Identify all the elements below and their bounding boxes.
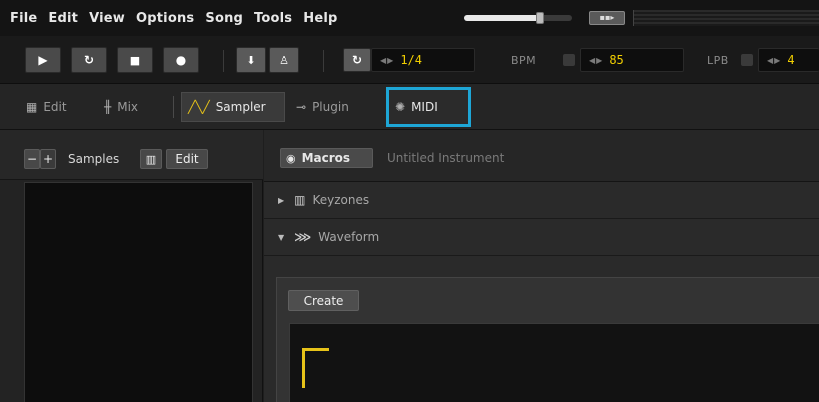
plug-icon: ⊸ <box>296 100 307 114</box>
menu-options[interactable]: Options <box>136 11 194 26</box>
metronome-button[interactable]: ♙ <box>269 47 299 73</box>
sampler-editor-panel: ◉ Macros Untitled Instrument ▶ ▥ Keyzone… <box>264 130 819 402</box>
keyzones-icon: ▥ <box>294 193 306 207</box>
scope-toggle-button[interactable]: ▪▪▸ <box>589 11 625 25</box>
macros-button[interactable]: ◉ Macros <box>280 148 373 168</box>
waveform-zigzag-icon: ╱╲╱ <box>188 100 210 114</box>
mixer-faders-icon: ╫ <box>104 100 112 114</box>
tab-plugin-label: Plugin <box>312 100 349 114</box>
menu-edit[interactable]: Edit <box>48 11 78 26</box>
tab-divider <box>173 96 174 118</box>
samples-panel: − + Samples ▥ Edit <box>0 130 263 402</box>
tab-edit[interactable]: ▦ Edit <box>20 92 73 122</box>
bpm-toggle[interactable] <box>563 54 575 66</box>
menu-file[interactable]: File <box>10 11 37 26</box>
record-button[interactable]: ● <box>163 47 199 73</box>
pattern-grid-icon: ▦ <box>26 100 38 114</box>
transport-separator <box>223 50 224 72</box>
plus-icon: + <box>42 152 54 166</box>
keyzones-label: Keyzones <box>312 193 370 207</box>
loop-block-icon: ↻ <box>351 53 363 67</box>
tab-edit-label: Edit <box>43 100 67 114</box>
macros-label: Macros <box>301 151 351 165</box>
tab-midi-label: MIDI <box>411 100 438 114</box>
master-volume-slider[interactable] <box>464 12 572 24</box>
lpb-toggle[interactable] <box>741 54 753 66</box>
lpb-field[interactable]: ◀▶ 4 <box>758 48 819 72</box>
follow-arrow-icon: ⬇ <box>246 53 256 67</box>
play-button[interactable]: ▶ <box>25 47 61 73</box>
bpm-value: 85 <box>609 53 624 67</box>
samples-toolbar: − + Samples ▥ Edit <box>0 130 263 180</box>
add-sample-button[interactable]: + <box>40 149 56 169</box>
samples-list[interactable] <box>24 182 253 402</box>
menu-bar: File Edit View Options Song Tools Help ▪… <box>0 0 819 36</box>
midi-connector-icon: ✺ <box>395 100 406 114</box>
tab-mix[interactable]: ╫ Mix <box>98 92 144 122</box>
stepper-arrows-icon[interactable]: ◀▶ <box>589 56 603 65</box>
edit-samples-button[interactable]: Edit <box>166 149 208 169</box>
follow-button[interactable]: ⬇ <box>236 47 266 73</box>
lpb-value: 4 <box>787 53 795 67</box>
master-volume-fill <box>464 15 540 21</box>
menu-view[interactable]: View <box>89 11 125 26</box>
edit-step-field[interactable]: ◀▶ 1/4 <box>371 48 475 72</box>
waveform-icon: ⋙ <box>294 230 312 244</box>
expand-arrow-icon: ▶ <box>278 195 285 205</box>
waveform-section-header[interactable]: ▼ ⋙ Waveform <box>264 219 819 256</box>
tab-sampler[interactable]: ╱╲╱ Sampler <box>181 92 285 122</box>
transport-bar: ▶ ↻ ■ ● ⬇ ♙ ↻ ◀▶ 1/4 BPM ◀▶ 85 LPB ◀▶ 4 <box>0 36 819 84</box>
waveform-display[interactable] <box>289 323 819 402</box>
menu-help[interactable]: Help <box>303 11 337 26</box>
record-icon: ● <box>175 53 187 67</box>
transport-separator <box>323 50 324 72</box>
waveform-editor: Create <box>276 277 819 402</box>
spectrum-scope <box>633 10 819 26</box>
tab-plugin[interactable]: ⊸ Plugin <box>290 92 355 122</box>
create-label: Create <box>303 293 344 308</box>
waveform-label: Waveform <box>318 230 380 244</box>
tab-sampler-label: Sampler <box>215 100 266 114</box>
loop-marker-line[interactable] <box>302 348 305 388</box>
stepper-arrows-icon[interactable]: ◀▶ <box>767 56 781 65</box>
menu-tools[interactable]: Tools <box>254 11 292 26</box>
loop-block-button[interactable]: ↻ <box>343 48 371 72</box>
macros-knob-icon: ◉ <box>286 151 296 165</box>
tab-midi[interactable]: ✺ MIDI <box>386 87 471 127</box>
master-volume-knob[interactable] <box>535 12 544 24</box>
stop-icon: ■ <box>129 53 141 67</box>
keyzones-section-header[interactable]: ▶ ▥ Keyzones <box>264 182 819 219</box>
edit-samples-label: Edit <box>175 152 199 166</box>
stepper-arrows-icon[interactable]: ◀▶ <box>380 56 394 65</box>
menu-song[interactable]: Song <box>205 11 243 26</box>
instrument-name: Untitled Instrument <box>387 151 505 165</box>
loop-marker-start[interactable] <box>302 348 329 351</box>
loop-button[interactable]: ↻ <box>71 47 107 73</box>
view-tab-bar: ▦ Edit ╫ Mix ╱╲╱ Sampler ⊸ Plugin ✺ MIDI <box>0 84 819 130</box>
lpb-label: LPB <box>707 54 729 67</box>
stop-button[interactable]: ■ <box>117 47 153 73</box>
collapse-arrow-icon: ▼ <box>278 232 285 242</box>
bpm-field[interactable]: ◀▶ 85 <box>580 48 684 72</box>
play-icon: ▶ <box>38 53 48 67</box>
keyboard-button[interactable]: ▥ <box>140 149 162 169</box>
loop-icon: ↻ <box>83 53 95 67</box>
bpm-label: BPM <box>511 54 537 67</box>
create-sample-button[interactable]: Create <box>288 290 359 311</box>
metronome-icon: ♙ <box>279 53 289 67</box>
samples-label: Samples <box>68 152 120 166</box>
remove-sample-button[interactable]: − <box>24 149 40 169</box>
piano-keys-icon: ▥ <box>145 152 157 166</box>
tab-mix-label: Mix <box>117 100 139 114</box>
edit-step-value: 1/4 <box>400 53 422 67</box>
macro-row: ◉ Macros Untitled Instrument <box>264 130 819 182</box>
minus-icon: − <box>26 152 38 166</box>
